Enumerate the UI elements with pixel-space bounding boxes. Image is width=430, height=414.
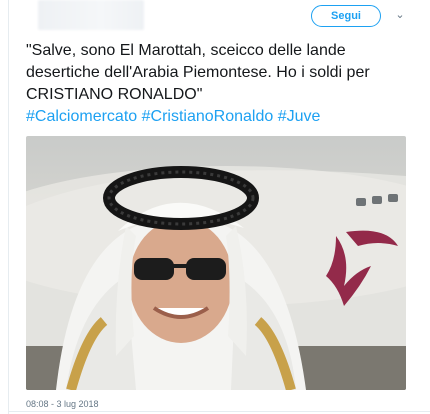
tweet-bottom-border (8, 411, 430, 412)
hashtag-row: #Calciomercato #CristianoRonaldo #Juve (26, 106, 406, 128)
tweet-photo[interactable] (26, 136, 406, 390)
tweet-body: "Salve, sono El Marottah, sceicco delle … (26, 42, 370, 103)
follow-button-label: Segui (331, 10, 361, 22)
follow-button[interactable]: Segui (311, 5, 381, 27)
tweet-timestamp[interactable]: 08:08 - 3 lug 2018 (26, 399, 99, 409)
tweet-left-border (8, 0, 9, 414)
blurred-account-header (38, 0, 144, 30)
hashtag-juve[interactable]: #Juve (278, 108, 321, 125)
hashtag-cristianoronaldo[interactable]: #CristianoRonaldo (142, 108, 274, 125)
tweet-text: "Salve, sono El Marottah, sceicco delle … (26, 40, 406, 128)
hashtag-calciomercato[interactable]: #Calciomercato (26, 108, 137, 125)
chevron-down-icon[interactable]: ⌄ (393, 8, 407, 22)
sheikh-photo (26, 166, 406, 390)
